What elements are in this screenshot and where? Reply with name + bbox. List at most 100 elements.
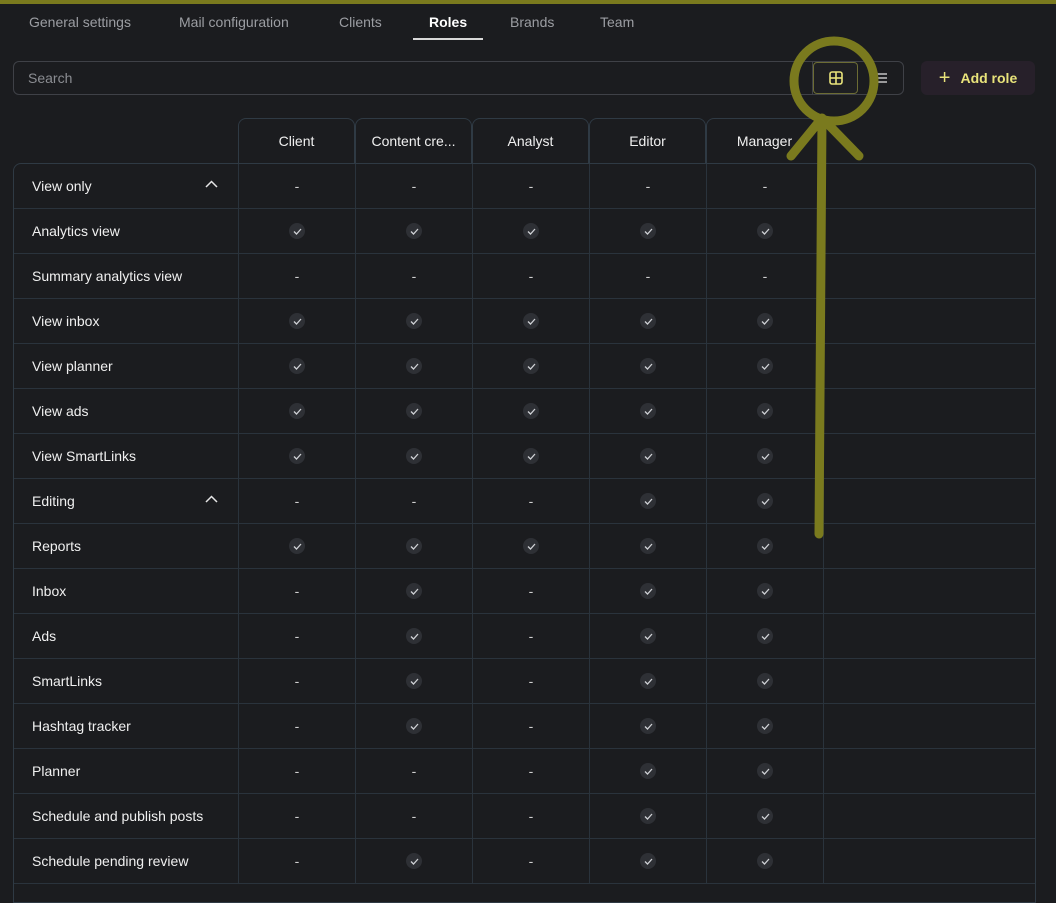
permission-cell[interactable]: [239, 344, 356, 388]
permission-cell[interactable]: [590, 299, 707, 343]
permission-cell[interactable]: [473, 434, 590, 478]
permission-cell[interactable]: -: [239, 254, 356, 298]
permission-cell[interactable]: [707, 389, 824, 433]
permission-cell[interactable]: [707, 659, 824, 703]
permission-cell[interactable]: -: [356, 164, 473, 208]
permission-cell[interactable]: [707, 524, 824, 568]
permission-cell[interactable]: [590, 524, 707, 568]
permission-cell[interactable]: [590, 749, 707, 793]
permission-cell[interactable]: [356, 614, 473, 658]
tab-roles[interactable]: Roles: [413, 14, 484, 40]
check-icon: [757, 673, 773, 689]
permission-cell[interactable]: [590, 569, 707, 613]
permission-cell[interactable]: -: [590, 164, 707, 208]
permission-cell[interactable]: [707, 839, 824, 883]
permission-cell[interactable]: [356, 389, 473, 433]
permission-cell[interactable]: [356, 209, 473, 253]
permission-cell[interactable]: -: [239, 164, 356, 208]
permission-cell[interactable]: [356, 569, 473, 613]
permission-cell[interactable]: [356, 659, 473, 703]
permission-cell[interactable]: -: [356, 254, 473, 298]
list-view-button[interactable]: [858, 62, 903, 94]
permission-cell[interactable]: [707, 569, 824, 613]
permission-cell[interactable]: -: [473, 479, 590, 523]
tab-general-settings[interactable]: General settings: [29, 14, 131, 38]
permission-cell[interactable]: -: [473, 569, 590, 613]
role-header[interactable]: Client: [238, 118, 355, 163]
permission-cell[interactable]: -: [473, 794, 590, 838]
permission-cell[interactable]: -: [707, 164, 824, 208]
permission-cell[interactable]: [590, 614, 707, 658]
permission-cell[interactable]: [473, 209, 590, 253]
permission-cell[interactable]: -: [356, 749, 473, 793]
permission-cell[interactable]: -: [473, 614, 590, 658]
search-input[interactable]: [13, 61, 813, 95]
permission-cell[interactable]: -: [473, 659, 590, 703]
permission-cell[interactable]: -: [239, 749, 356, 793]
add-role-button[interactable]: + Add role: [921, 61, 1035, 95]
permission-cell[interactable]: [707, 614, 824, 658]
permission-cell[interactable]: [707, 299, 824, 343]
permission-cell[interactable]: -: [356, 794, 473, 838]
permission-cell[interactable]: [707, 434, 824, 478]
permission-cell[interactable]: [239, 299, 356, 343]
permission-cell[interactable]: [590, 209, 707, 253]
tab-team[interactable]: Team: [600, 14, 634, 38]
tab-clients[interactable]: Clients: [339, 14, 382, 38]
permission-cell[interactable]: -: [239, 794, 356, 838]
permission-cell[interactable]: -: [356, 479, 473, 523]
permission-cell[interactable]: [590, 344, 707, 388]
permission-cell[interactable]: -: [707, 254, 824, 298]
permission-cell[interactable]: -: [239, 569, 356, 613]
grid-view-button[interactable]: [813, 62, 859, 94]
role-header[interactable]: Content cre...: [355, 118, 472, 163]
permission-cell[interactable]: -: [239, 614, 356, 658]
permission-cell[interactable]: [239, 434, 356, 478]
permission-cell[interactable]: [590, 704, 707, 748]
permission-cell[interactable]: [239, 524, 356, 568]
permission-cell[interactable]: [473, 344, 590, 388]
permission-cell[interactable]: -: [590, 254, 707, 298]
tab-mail-configuration[interactable]: Mail configuration: [179, 14, 289, 38]
permission-cell[interactable]: [473, 524, 590, 568]
permission-cell[interactable]: -: [473, 839, 590, 883]
permission-cell[interactable]: -: [473, 704, 590, 748]
permission-cell[interactable]: [707, 749, 824, 793]
permission-cell[interactable]: [239, 209, 356, 253]
permission-cell[interactable]: -: [239, 479, 356, 523]
permission-cell[interactable]: [473, 299, 590, 343]
role-header[interactable]: Manager: [706, 118, 823, 163]
permission-group-label[interactable]: View only: [14, 164, 239, 208]
permission-cell[interactable]: [239, 389, 356, 433]
tab-brands[interactable]: Brands: [510, 14, 554, 38]
permission-cell[interactable]: [356, 434, 473, 478]
permission-cell[interactable]: [707, 344, 824, 388]
permission-cell[interactable]: [356, 299, 473, 343]
role-header[interactable]: Editor: [589, 118, 706, 163]
permission-cell[interactable]: [356, 839, 473, 883]
permission-cell[interactable]: -: [239, 659, 356, 703]
permission-cell[interactable]: [356, 524, 473, 568]
permission-cell[interactable]: -: [473, 164, 590, 208]
permission-cell[interactable]: [707, 209, 824, 253]
chevron-up-icon[interactable]: [205, 180, 218, 188]
permission-cell[interactable]: [356, 704, 473, 748]
permission-cell[interactable]: [473, 389, 590, 433]
permission-cell[interactable]: [590, 794, 707, 838]
permission-cell[interactable]: [590, 839, 707, 883]
permission-cell[interactable]: [707, 704, 824, 748]
permission-cell[interactable]: -: [473, 254, 590, 298]
role-header[interactable]: Analyst: [472, 118, 589, 163]
permission-cell[interactable]: [590, 389, 707, 433]
permission-cell[interactable]: -: [473, 749, 590, 793]
permission-cell[interactable]: -: [239, 839, 356, 883]
permission-group-label[interactable]: Editing: [14, 479, 239, 523]
chevron-up-icon[interactable]: [205, 495, 218, 503]
permission-cell[interactable]: -: [239, 704, 356, 748]
permission-cell[interactable]: [590, 479, 707, 523]
permission-cell[interactable]: [707, 794, 824, 838]
permission-cell[interactable]: [356, 344, 473, 388]
permission-cell[interactable]: [590, 434, 707, 478]
permission-cell[interactable]: [590, 659, 707, 703]
permission-cell[interactable]: [707, 479, 824, 523]
